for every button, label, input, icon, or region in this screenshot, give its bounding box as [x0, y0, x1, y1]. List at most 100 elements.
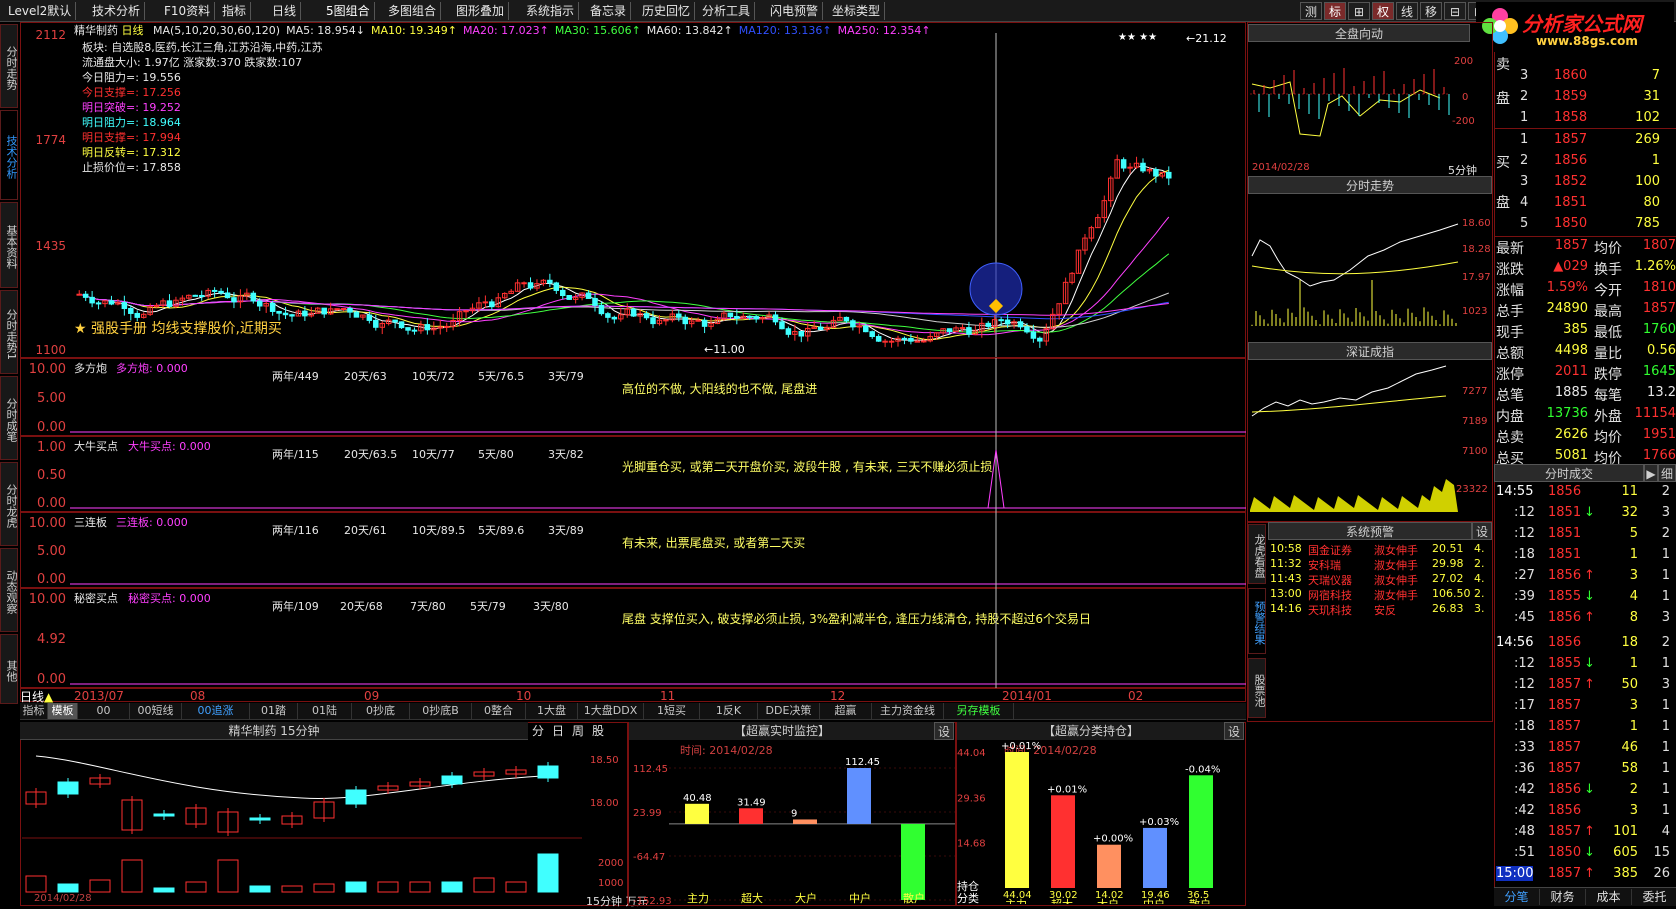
tick-price: 1857: [1548, 698, 1582, 713]
candle-body: [585, 292, 592, 299]
tick-direction-icon: ↓: [1584, 845, 1595, 860]
indicator-tab[interactable]: DDE决策: [758, 703, 820, 719]
indicator-tab[interactable]: 0抄底B: [410, 703, 472, 719]
measure-button[interactable]: 测: [1300, 2, 1322, 20]
menu-overlay[interactable]: 图形叠加: [452, 2, 510, 20]
indicator-tab[interactable]: 指标: [20, 703, 48, 719]
side-tab-timeshare-1[interactable]: 分时走势1: [0, 290, 18, 374]
ticks-detail-button[interactable]: 细: [1658, 464, 1676, 482]
menu-period[interactable]: 日线: [268, 2, 302, 20]
side-tab-dynamic[interactable]: 动态观察: [0, 548, 18, 632]
alert-name[interactable]: 安科瑞: [1308, 557, 1341, 573]
tab-dragon-watch[interactable]: 龙虎看盘: [1248, 524, 1266, 584]
candle-body: [863, 325, 869, 333]
quote-value: 13736: [1546, 406, 1588, 421]
indicator-tab[interactable]: 超赢: [820, 703, 872, 719]
candle-body: [888, 340, 895, 343]
sell-price[interactable]: 1859: [1554, 89, 1587, 104]
menu-indicator[interactable]: 指标: [218, 2, 252, 20]
menu-tools[interactable]: 分析工具: [698, 2, 756, 20]
indicator-tab[interactable]: 1大盘DDX: [578, 703, 644, 719]
sell-price[interactable]: 1858: [1554, 110, 1587, 125]
tab-week[interactable]: 周: [568, 724, 588, 738]
realtime-settings-button[interactable]: 设: [934, 722, 954, 740]
alert-sig: 淑女伸手: [1374, 544, 1418, 557]
menu-coord[interactable]: 坐标类型: [828, 2, 886, 20]
buy-price[interactable]: 1857: [1554, 132, 1587, 147]
menu-history[interactable]: 历史回忆: [638, 2, 696, 20]
whole-market-date: 2014/02/28: [1252, 162, 1310, 173]
menu-tech-analysis[interactable]: 技术分析: [88, 2, 146, 20]
move-button[interactable]: 移: [1420, 2, 1442, 20]
menu-system-indicator[interactable]: 系统指示: [522, 2, 580, 20]
indicator-tab[interactable]: 01踏: [250, 703, 298, 719]
alert-sig: 淑女伸手: [1374, 589, 1418, 602]
bottom-tab[interactable]: 财务: [1540, 889, 1586, 905]
tab-day[interactable]: 日: [548, 724, 568, 738]
buy-price[interactable]: 1850: [1554, 216, 1587, 231]
tab-minute[interactable]: 分: [528, 724, 548, 738]
indicator-tab[interactable]: 01陆: [298, 703, 352, 719]
indicator-tab[interactable]: 1大盘: [526, 703, 578, 719]
tab-stock[interactable]: 股: [588, 724, 608, 738]
quote-key: 均价: [1594, 451, 1622, 467]
tab-stock-pool[interactable]: 股票池: [1248, 658, 1266, 718]
ticks-expand-icon[interactable]: ▶: [1644, 464, 1658, 482]
indicator-tab[interactable]: 主力资金线: [872, 703, 944, 719]
brand-name: 分析家公式网: [1522, 12, 1642, 36]
alert-name[interactable]: 天瑞仪器: [1308, 572, 1352, 588]
tick-time: :33: [1514, 740, 1535, 755]
alert-name[interactable]: 天玑科技: [1308, 602, 1352, 618]
holdings-settings-button[interactable]: 设: [1224, 722, 1244, 740]
quote-key: 现手: [1496, 325, 1524, 341]
bottom-tab[interactable]: 委托: [1632, 889, 1676, 905]
side-tab-dragon-tiger[interactable]: 分时龙虎: [0, 462, 18, 546]
fifteen-min-chart[interactable]: [22, 742, 582, 902]
quote-key: 今开: [1594, 283, 1622, 299]
menu-memo[interactable]: 备忘录: [586, 2, 632, 20]
tab-alert-results[interactable]: 预警结果: [1248, 588, 1266, 654]
side-tab-timeshare[interactable]: 分时走势: [0, 24, 18, 108]
line-button[interactable]: 线: [1396, 2, 1418, 20]
side-tab-basic-info[interactable]: 基本资料: [0, 202, 18, 288]
menu-layout[interactable]: Level2默认: [4, 2, 77, 20]
tick-time: :12: [1514, 656, 1535, 671]
indicator-tab[interactable]: 1反K: [700, 703, 758, 719]
alert-name[interactable]: 国金证券: [1308, 542, 1352, 558]
rights-button[interactable]: 权: [1372, 2, 1394, 20]
side-tab-tech-analysis[interactable]: 技术分析: [0, 110, 18, 200]
buy-price[interactable]: 1856: [1554, 153, 1587, 168]
grid-button[interactable]: ⊞: [1348, 2, 1370, 20]
axis-label: -152.93: [633, 896, 672, 904]
indicator-tab[interactable]: 00短线: [130, 703, 182, 719]
indicator-tab[interactable]: 0整合: [472, 703, 526, 719]
indicator-tab[interactable]: 00: [78, 703, 130, 719]
window-button[interactable]: ⊟: [1444, 2, 1466, 20]
indicator-tab[interactable]: 模板: [48, 703, 78, 719]
candlestick-chart[interactable]: [70, 23, 1246, 357]
quote-key: 量比: [1594, 346, 1622, 362]
volume-bar: [185, 881, 207, 893]
bar-category: 主力: [1005, 898, 1027, 904]
alert-settings-button[interactable]: 设: [1472, 522, 1492, 540]
indicator-tab[interactable]: 0抄底: [352, 703, 410, 719]
indicator-tab[interactable]: 00追涨: [182, 703, 250, 719]
menu-multichart[interactable]: 多图组合: [384, 2, 442, 20]
bottom-tab[interactable]: 分笔: [1494, 889, 1540, 905]
buy-price[interactable]: 1852: [1554, 174, 1587, 189]
bottom-tab-bar: 分笔 财务 成本 委托: [1494, 887, 1676, 906]
alert-name[interactable]: 网宿科技: [1308, 587, 1352, 603]
indicator-tab[interactable]: 1短买: [644, 703, 700, 719]
indicator-tab[interactable]: 另存模板: [944, 703, 1014, 719]
menu-f10[interactable]: F10资料: [160, 2, 216, 20]
alert-x: 2.: [1474, 587, 1485, 600]
side-tab-ticks[interactable]: 分时成笔: [0, 376, 18, 460]
buy-price[interactable]: 1851: [1554, 195, 1587, 210]
side-tab-other[interactable]: 其他: [0, 634, 18, 704]
menu-alert[interactable]: 闪电预警: [766, 2, 824, 20]
bottom-tab[interactable]: 成本: [1586, 889, 1632, 905]
sell-price[interactable]: 1860: [1554, 68, 1587, 83]
tick-time: :12: [1514, 677, 1535, 692]
mark-button[interactable]: 标: [1324, 2, 1346, 20]
menu-5chart[interactable]: 5图组合: [322, 2, 375, 20]
